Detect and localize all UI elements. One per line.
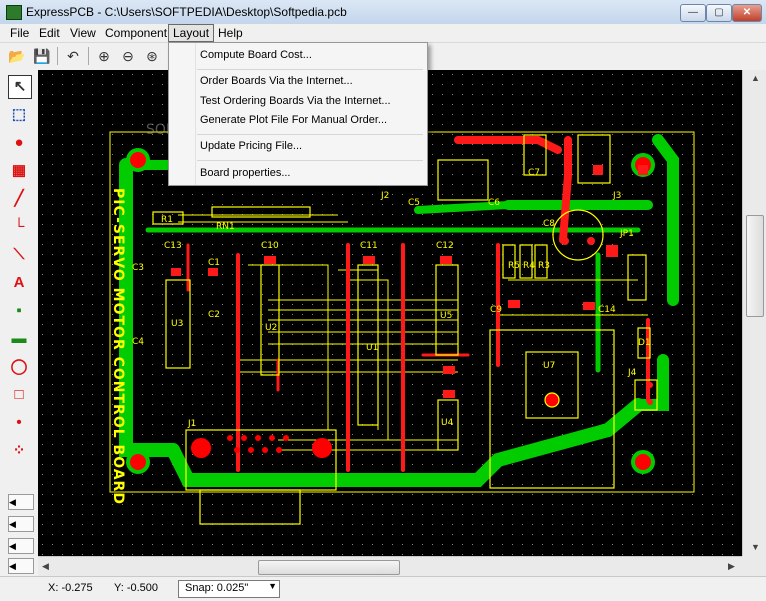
svg-text:C12: C12 — [436, 241, 454, 251]
snap-select[interactable]: Snap: 0.025" ▼ — [178, 580, 280, 598]
expresspcb-app-icon — [6, 5, 22, 20]
horizontal-scroll-thumb[interactable] — [258, 560, 400, 575]
svg-text:R1: R1 — [161, 215, 173, 225]
svg-text:C13: C13 — [164, 241, 182, 251]
open-icon[interactable]: 📂 — [6, 45, 28, 67]
svg-text:J1: J1 — [187, 419, 196, 429]
pad-tool-icon[interactable]: ● — [8, 132, 30, 154]
svg-text:D1: D1 — [638, 338, 651, 348]
scroll-down-icon[interactable]: ▼ — [751, 542, 760, 552]
menu-edit[interactable]: Edit — [35, 25, 64, 41]
menu-gutter — [195, 43, 196, 185]
svg-text:J4: J4 — [627, 368, 637, 378]
menu-help[interactable]: Help — [214, 25, 247, 41]
svg-text:U1: U1 — [366, 343, 378, 353]
svg-text:C7: C7 — [528, 168, 540, 178]
menu-item-test-ordering[interactable]: Test Ordering Boards Via the Internet... — [200, 95, 391, 107]
svg-text:U7: U7 — [543, 361, 555, 371]
svg-text:JP1: JP1 — [619, 229, 634, 239]
layout-menu-dropdown: Compute Board Cost... Order Boards Via t… — [168, 42, 428, 186]
svg-text:C8: C8 — [543, 219, 555, 229]
minimize-button[interactable]: — — [680, 4, 706, 22]
trace-tool-icon[interactable]: ╱ — [8, 188, 30, 210]
left-toolbar: ↖ ⬚ ● ▦ ╱ └ ⟍ A ▪ ▬ ◯ □ • ⁘ ◀ ◀ ◀ ◀ — [0, 70, 39, 576]
layer-top-copper-button[interactable]: ◀ — [8, 494, 34, 510]
toolbar-separator — [88, 47, 89, 65]
vertical-scrollbar[interactable]: ▲ ▼ — [742, 70, 766, 556]
node-tool-icon[interactable]: ⁘ — [8, 440, 30, 462]
scrollbar-corner — [742, 556, 766, 576]
fill-tool-icon[interactable]: ▪ — [8, 300, 30, 322]
horizontal-scrollbar[interactable]: ◀ ▶ — [38, 556, 742, 577]
chevron-down-icon[interactable]: ▼ — [268, 581, 277, 591]
svg-text:U5: U5 — [440, 311, 452, 321]
svg-text:R4: R4 — [523, 261, 535, 271]
select-tool-icon[interactable]: ↖ — [8, 75, 32, 99]
ground-plane-tool-icon[interactable]: ▬ — [8, 328, 30, 350]
status-bar: X: -0.275 Y: -0.500 Snap: 0.025" ▼ — [0, 576, 766, 601]
svg-text:C6: C6 — [488, 198, 500, 208]
svg-text:U2: U2 — [265, 323, 277, 333]
svg-text:U3: U3 — [171, 319, 183, 329]
svg-text:C1: C1 — [208, 258, 220, 268]
svg-text:C14: C14 — [598, 305, 616, 315]
layer-silkscreen-button[interactable]: ◀ — [8, 538, 34, 554]
svg-text:C2: C2 — [208, 310, 220, 320]
board-title-silkscreen: PIC-SERVO MOTOR CONTROL BOARD — [110, 188, 126, 505]
scroll-up-icon[interactable]: ▲ — [751, 73, 760, 83]
svg-text:J2: J2 — [380, 191, 389, 201]
zoom-in-icon[interactable]: ⊕ — [93, 45, 115, 67]
layer-all-button[interactable]: ◀ — [8, 558, 34, 574]
menu-item-update-pricing[interactable]: Update Pricing File... — [200, 140, 302, 152]
window-title: ExpressPCB - C:\Users\SOFTPEDIA\Desktop\… — [26, 5, 347, 19]
save-icon[interactable]: 💾 — [31, 45, 53, 67]
svg-text:C4: C4 — [132, 337, 144, 347]
snap-value: Snap: 0.025" — [185, 582, 249, 594]
svg-text:C10: C10 — [261, 241, 279, 251]
svg-text:C11: C11 — [360, 241, 378, 251]
svg-text:U4: U4 — [441, 418, 454, 428]
undo-icon[interactable]: ↶ — [62, 45, 84, 67]
corner-trace-tool-icon[interactable]: └ — [8, 216, 30, 238]
vertical-scroll-thumb[interactable] — [746, 215, 764, 317]
zoom-region-tool-icon[interactable]: ⬚ — [8, 104, 30, 126]
svg-text:RN1: RN1 — [216, 222, 235, 232]
layer-bottom-copper-button[interactable]: ◀ — [8, 516, 34, 532]
menu-item-board-properties[interactable]: Board properties... — [200, 167, 291, 179]
y-coordinate: Y: -0.500 — [114, 582, 159, 594]
maximize-button[interactable]: ▢ — [706, 4, 732, 22]
menu-component[interactable]: Component — [101, 25, 171, 41]
toolbar-separator — [57, 47, 58, 65]
menu-item-order-boards[interactable]: Order Boards Via the Internet... — [200, 75, 353, 87]
scroll-right-icon[interactable]: ▶ — [728, 561, 735, 572]
svg-text:C9: C9 — [490, 305, 502, 315]
diagonal-trace-tool-icon[interactable]: ⟍ — [8, 244, 30, 266]
scroll-left-icon[interactable]: ◀ — [42, 561, 49, 572]
close-button[interactable]: ✕ — [732, 4, 762, 22]
circle-tool-icon[interactable]: ◯ — [8, 356, 30, 378]
zoom-fit-icon[interactable]: ⊛ — [141, 45, 163, 67]
title-bar: ExpressPCB - C:\Users\SOFTPEDIA\Desktop\… — [0, 0, 766, 25]
menu-file[interactable]: File — [6, 25, 33, 41]
svg-text:R5: R5 — [508, 261, 520, 271]
svg-text:C5: C5 — [408, 198, 420, 208]
point-tool-icon[interactable]: • — [8, 412, 30, 434]
zoom-out-icon[interactable]: ⊖ — [117, 45, 139, 67]
rectangle-tool-icon[interactable]: □ — [8, 384, 30, 406]
menu-separator — [197, 160, 423, 161]
svg-text:C3: C3 — [132, 263, 144, 273]
menu-layout[interactable]: Layout — [168, 24, 215, 42]
x-coordinate: X: -0.275 — [48, 582, 93, 594]
component-tool-icon[interactable]: ▦ — [8, 160, 30, 182]
menu-view[interactable]: View — [66, 25, 100, 41]
menu-separator — [197, 134, 423, 135]
svg-text:J3: J3 — [612, 191, 621, 201]
menu-item-generate-plot-file[interactable]: Generate Plot File For Manual Order... — [200, 114, 387, 126]
svg-text:R3: R3 — [538, 261, 550, 271]
menu-bar: File Edit View Component Layout Help — [0, 24, 766, 43]
text-tool-icon[interactable]: A — [8, 272, 30, 294]
menu-item-compute-board-cost[interactable]: Compute Board Cost... — [200, 49, 312, 61]
menu-separator — [197, 69, 423, 70]
